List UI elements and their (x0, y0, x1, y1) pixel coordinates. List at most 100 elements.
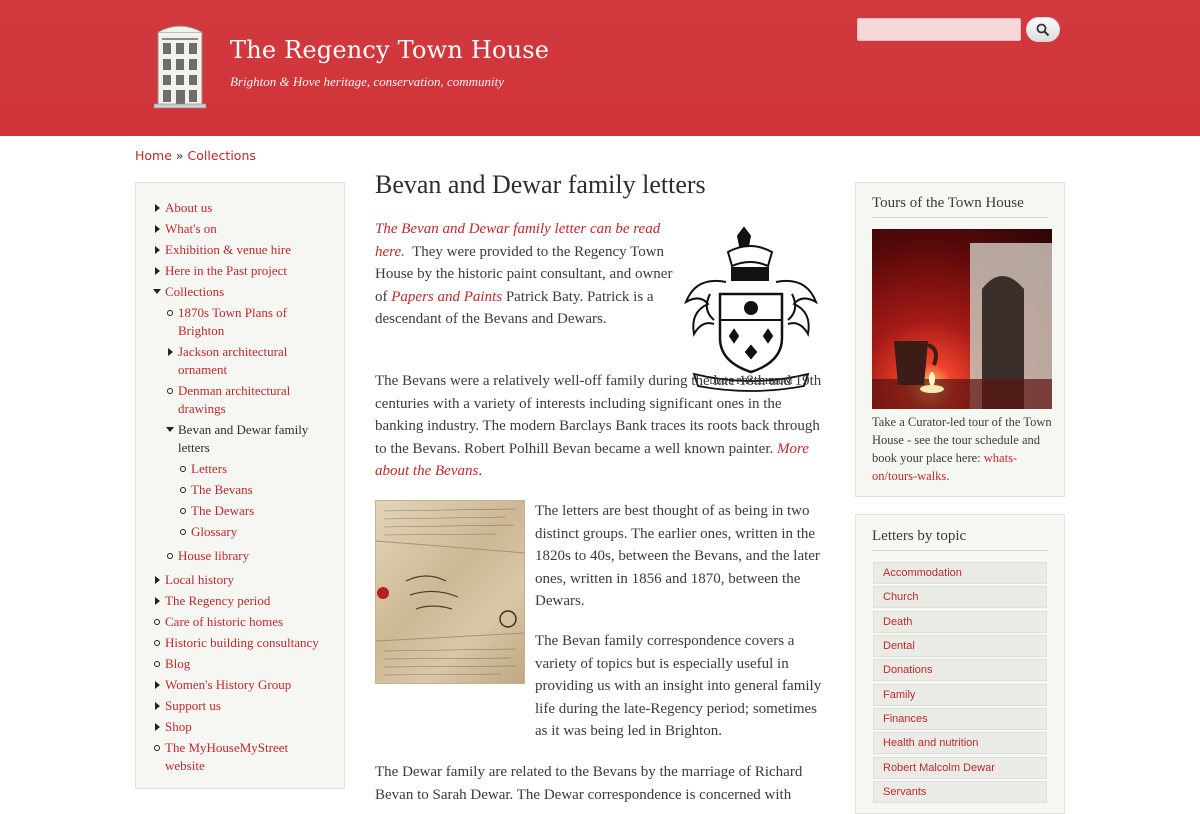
sidebar-item-whats-on[interactable]: What's on (155, 220, 335, 238)
letters-by-topic-block: Letters by topic Accommodation Church De… (855, 514, 1065, 814)
sidebar-item-jackson-ornament[interactable]: Jackson architectural ornament (168, 343, 318, 379)
candle-tour-photo (872, 229, 1052, 409)
expand-arrow-icon (155, 225, 160, 233)
expand-arrow-icon (155, 597, 160, 605)
topic-church[interactable]: Church (873, 586, 1047, 608)
bullet-icon (167, 553, 173, 559)
sidebar-item-denman-drawings[interactable]: Denman architectural drawings (167, 382, 318, 418)
sidebar-item-the-dewars[interactable]: The Dewars (180, 502, 311, 520)
sidebar-item-label[interactable]: Blog (165, 656, 190, 671)
expand-arrow-icon (155, 576, 160, 584)
sidebar-item-label[interactable]: The Regency period (165, 593, 270, 608)
expand-arrow-icon (155, 723, 160, 731)
search-button[interactable] (1026, 17, 1060, 42)
sidebar-item-label-active[interactable]: Bevan and Dewar family letters (178, 422, 308, 455)
breadcrumb: Home » Collections (135, 148, 256, 163)
expand-arrow-icon (155, 681, 160, 689)
sidebar-item-here-in-the-past[interactable]: Here in the Past project (155, 262, 335, 280)
sidebar-item-label[interactable]: Denman architectural drawings (178, 383, 290, 416)
sidebar-item-house-library[interactable]: House library (167, 547, 318, 565)
sidebar-item-label[interactable]: What's on (165, 221, 217, 236)
sidebar-item-exhibition-venue-hire[interactable]: Exhibition & venue hire (155, 241, 335, 259)
sidebar-item-support-us[interactable]: Support us (155, 697, 335, 715)
sidebar-item-myhousemystreet[interactable]: The MyHouseMyStreet website (154, 739, 315, 775)
site-header: The Regency Town House Brighton & Hove h… (0, 0, 1200, 136)
coat-of-arms-image: DEUS PRAESIDIUM (684, 226, 818, 392)
site-slogan: Brighton & Hove heritage, conservation, … (230, 74, 505, 89)
sidebar-item-care-historic-homes[interactable]: Care of historic homes (154, 613, 335, 631)
topic-accommodation[interactable]: Accommodation (873, 562, 1047, 584)
topic-finances[interactable]: Finances (873, 708, 1047, 730)
sidebar-item-label[interactable]: Letters (191, 461, 227, 476)
sidebar-item-label[interactable]: 1870s Town Plans of Brighton (178, 305, 287, 338)
sidebar-item-regency-period[interactable]: The Regency period (155, 592, 335, 610)
sidebar-item-label[interactable]: The Dewars (191, 503, 254, 518)
collapse-arrow-icon (153, 289, 161, 294)
sidebar-item-label[interactable]: Glossary (191, 524, 237, 539)
topic-health-nutrition[interactable]: Health and nutrition (873, 732, 1047, 754)
sidebar-item-label[interactable]: Support us (165, 698, 221, 713)
sidebar-item-womens-history[interactable]: Women's History Group (155, 676, 335, 694)
expand-arrow-icon (155, 246, 160, 254)
collapse-arrow-icon (166, 427, 174, 432)
topic-death[interactable]: Death (873, 611, 1047, 633)
sidebar-item-label[interactable]: Jackson architectural ornament (178, 344, 287, 377)
sidebar-item-collections[interactable]: Collections (153, 283, 335, 301)
bullet-icon (154, 640, 160, 646)
sidebar-item-label[interactable]: The Bevans (191, 482, 253, 497)
topic-family[interactable]: Family (873, 684, 1047, 706)
site-name[interactable]: The Regency Town House (230, 36, 549, 64)
sidebar-item-label[interactable]: Here in the Past project (165, 263, 287, 278)
sidebar-item-shop[interactable]: Shop (155, 718, 335, 736)
sidebar-item-letters[interactable]: Letters (180, 460, 311, 478)
sidebar-navigation: About us What's on Exhibition & venue hi… (135, 182, 345, 789)
sidebar-item-local-history[interactable]: Local history (155, 571, 335, 589)
bullet-icon (180, 529, 186, 535)
sidebar-item-label[interactable]: Historic building consultancy (165, 635, 319, 650)
sidebar-item-label[interactable]: Exhibition & venue hire (165, 242, 291, 257)
topic-robert-malcolm-dewar[interactable]: Robert Malcolm Dewar (873, 757, 1047, 779)
papers-and-paints-link[interactable]: Papers and Paints (391, 289, 502, 305)
groups-paragraph: The letters are best thought of as being… (535, 503, 820, 609)
sidebar-item-about-us[interactable]: About us (155, 199, 335, 217)
sidebar-item-historic-consultancy[interactable]: Historic building consultancy (154, 634, 335, 652)
town-house-logo[interactable] (150, 18, 210, 112)
breadcrumb-separator: » (175, 148, 184, 163)
topic-dental[interactable]: Dental (873, 635, 1047, 657)
page-title: Bevan and Dewar family letters (375, 170, 706, 199)
bullet-icon (180, 487, 186, 493)
breadcrumb-collections[interactable]: Collections (188, 148, 256, 163)
sidebar-item-label[interactable]: Shop (165, 719, 192, 734)
bevans-paragraph: The Bevans were a relatively well-off fa… (375, 370, 825, 483)
sidebar-item-bevan-dewar-letters[interactable]: Bevan and Dewar family letters (166, 421, 318, 457)
tours-description: Take a Curator-led tour of the Town Hous… (872, 413, 1052, 485)
sidebar-item-label[interactable]: Local history (165, 572, 234, 587)
sidebar-item-label[interactable]: House library (178, 548, 249, 563)
sidebar-item-label[interactable]: Care of historic homes (165, 614, 283, 629)
bullet-icon (180, 466, 186, 472)
bevan-correspondence-paragraph: The Bevan family correspondence covers a… (375, 630, 825, 743)
bullet-icon (154, 619, 160, 625)
intro-paragraph: The Bevan and Dewar family letter can be… (375, 218, 675, 331)
bullet-icon (167, 388, 173, 394)
bullet-icon (167, 310, 173, 316)
sidebar-item-1870s-town-plans[interactable]: 1870s Town Plans of Brighton (167, 304, 318, 340)
bevans-text: The Bevans were a relatively well-off fa… (375, 373, 822, 457)
search-icon (1036, 23, 1050, 36)
sidebar-item-glossary[interactable]: Glossary (180, 523, 311, 541)
bullet-icon (154, 745, 160, 751)
dewar-paragraph: The Dewar family are related to the Beva… (375, 764, 803, 803)
tours-title: Tours of the Town House (872, 195, 1048, 218)
sidebar-item-the-bevans[interactable]: The Bevans (180, 481, 311, 499)
sidebar-item-label[interactable]: Collections (165, 284, 224, 299)
breadcrumb-home[interactable]: Home (135, 148, 172, 163)
search-input[interactable] (857, 18, 1021, 41)
sidebar-item-label[interactable]: The MyHouseMyStreet website (165, 740, 288, 773)
expand-arrow-icon (155, 204, 160, 212)
expand-arrow-icon (155, 267, 160, 275)
sidebar-item-label[interactable]: Women's History Group (165, 677, 291, 692)
topic-donations[interactable]: Donations (873, 659, 1047, 681)
topics-title: Letters by topic (872, 528, 1048, 551)
sidebar-item-blog[interactable]: Blog (154, 655, 335, 673)
sidebar-item-label[interactable]: About us (165, 200, 212, 215)
